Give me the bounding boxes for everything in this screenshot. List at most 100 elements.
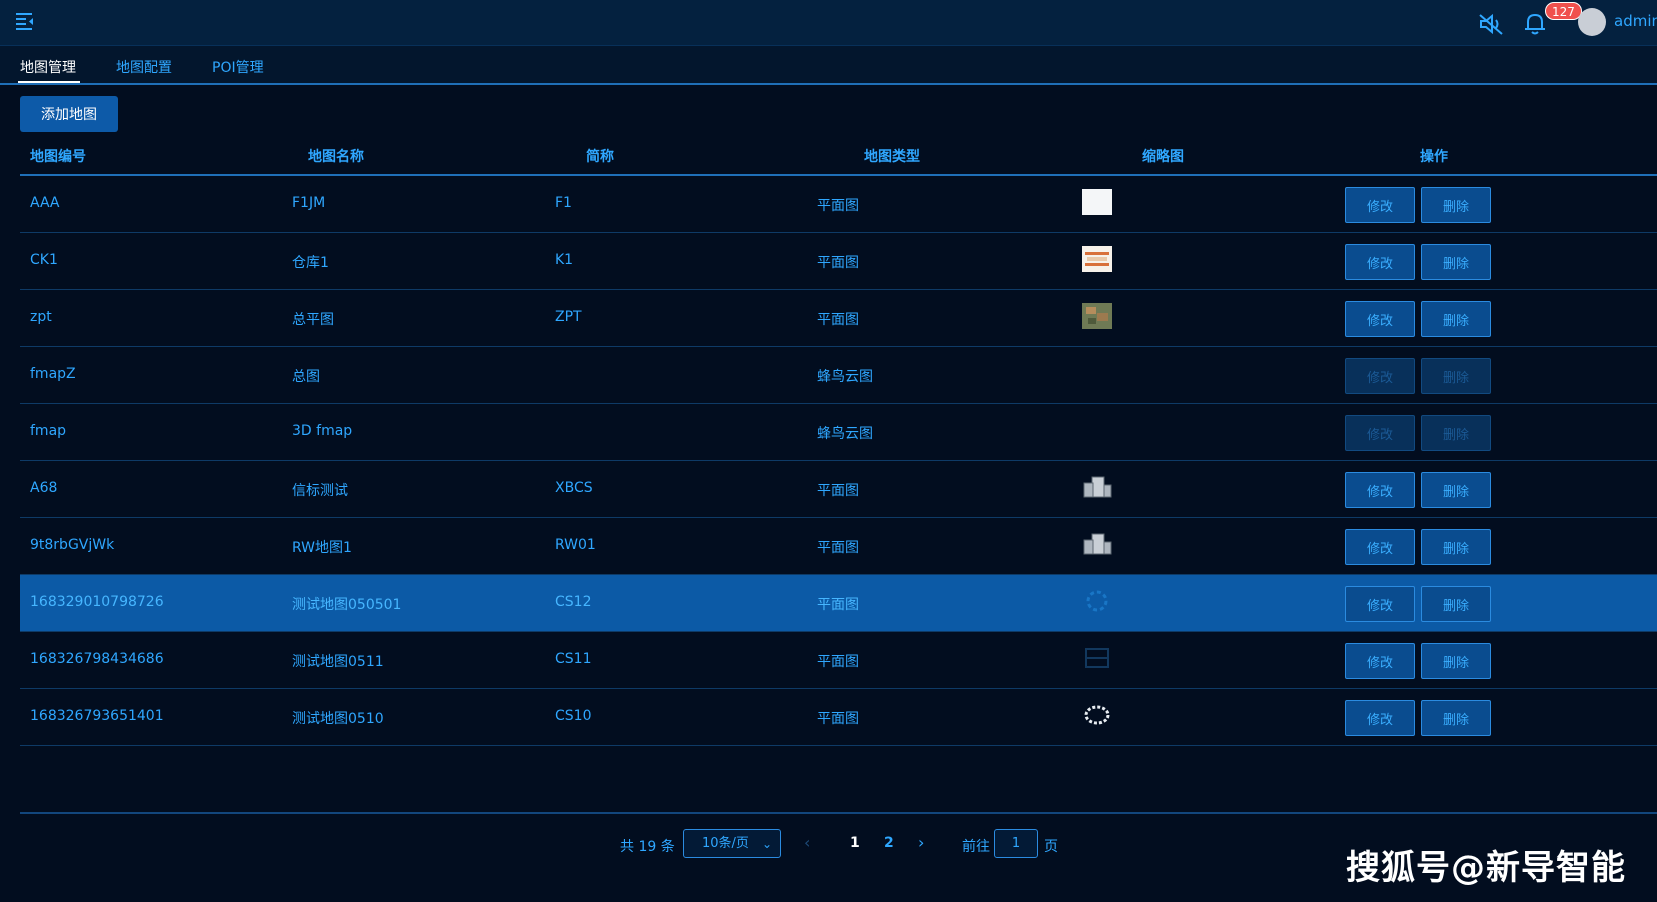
cell-map-short: RW01 [555, 537, 596, 553]
table-row[interactable]: 168326793651401 测试地图0510 CS10 平面图 修改 删除 [20, 689, 1657, 746]
column-header-id: 地图编号 [30, 149, 86, 165]
edit-button[interactable]: 修改 [1345, 529, 1415, 565]
table-header: 地图编号 地图名称 简称 地图类型 缩略图 操作 [20, 136, 1657, 176]
column-header-actions: 操作 [1420, 149, 1448, 165]
cell-map-type: 平面图 [817, 597, 859, 613]
map-thumbnail[interactable] [1082, 588, 1112, 614]
cell-map-short: CS10 [555, 708, 592, 724]
cell-map-id: 168329010798726 [30, 594, 164, 610]
delete-button[interactable]: 删除 [1421, 358, 1491, 394]
cell-map-short: CS11 [555, 651, 592, 667]
cell-map-id: 168326798434686 [30, 651, 164, 667]
bell-icon[interactable] [1522, 10, 1548, 36]
cell-map-id: AAA [30, 195, 60, 211]
table-row[interactable]: A68 信标测试 XBCS 平面图 修改 删除 [20, 461, 1657, 518]
cell-map-type: 平面图 [817, 654, 859, 670]
cell-map-short: ZPT [555, 309, 582, 325]
delete-button[interactable]: 删除 [1421, 643, 1491, 679]
cell-map-short: F1 [555, 195, 572, 211]
map-thumbnail[interactable] [1082, 531, 1112, 557]
cell-map-name: 测试地图050501 [292, 597, 402, 613]
table-row[interactable]: AAA F1JM F1 平面图 修改 删除 [20, 176, 1657, 233]
cell-map-id: 9t8rbGVjWk [30, 537, 115, 553]
page-number-2[interactable]: 2 [884, 835, 894, 851]
page-size-select[interactable]: 10条/页 ⌄ [683, 829, 781, 858]
column-header-type: 地图类型 [864, 149, 920, 165]
cell-map-name: 总图 [292, 369, 320, 385]
cell-map-name: 信标测试 [292, 483, 348, 499]
cell-map-id: CK1 [30, 252, 58, 268]
column-header-thumbnail: 缩略图 [1142, 149, 1184, 165]
column-header-short: 简称 [586, 149, 614, 165]
page-size-value: 10条/页 [702, 836, 749, 851]
avatar[interactable] [1578, 8, 1606, 36]
tab-poi-management[interactable]: POI管理 [212, 57, 264, 77]
delete-button[interactable]: 删除 [1421, 586, 1491, 622]
table-row[interactable]: fmap 3D fmap 蜂鸟云图 修改 删除 [20, 404, 1657, 461]
cell-map-type: 平面图 [817, 312, 859, 328]
delete-button[interactable]: 删除 [1421, 529, 1491, 565]
watermark-text: 搜狐号@新导智能 [1346, 848, 1626, 888]
edit-button[interactable]: 修改 [1345, 301, 1415, 337]
cell-map-name: 测试地图0511 [292, 654, 384, 670]
map-thumbnail[interactable] [1082, 645, 1112, 671]
cell-map-name: 测试地图0510 [292, 711, 384, 727]
table-row[interactable]: 9t8rbGVjWk RW地图1 RW01 平面图 修改 删除 [20, 518, 1657, 575]
edit-button[interactable]: 修改 [1345, 586, 1415, 622]
delete-button[interactable]: 删除 [1421, 700, 1491, 736]
table-body: AAA F1JM F1 平面图 修改 删除 CK1 仓库1 K1 平面图 修改 删除 zpt 总平图 ZPT… [20, 176, 1657, 746]
cell-map-short: XBCS [555, 480, 593, 496]
edit-button[interactable]: 修改 [1345, 415, 1415, 451]
table-row[interactable]: zpt 总平图 ZPT 平面图 修改 删除 [20, 290, 1657, 347]
cell-map-id: zpt [30, 309, 52, 325]
cell-map-id: 168326793651401 [30, 708, 164, 724]
tab-map-management[interactable]: 地图管理 [20, 57, 76, 77]
cell-map-short: K1 [555, 252, 574, 268]
table-row[interactable]: 168329010798726 测试地图050501 CS12 平面图 修改 删除 [20, 575, 1657, 632]
delete-button[interactable]: 删除 [1421, 301, 1491, 337]
map-table: 地图编号 地图名称 简称 地图类型 缩略图 操作 AAA F1JM F1 平面图 修改删… [20, 136, 1657, 746]
cell-map-id: fmap [30, 423, 67, 439]
tab-map-config[interactable]: 地图配置 [116, 57, 172, 77]
add-map-button[interactable]: 添加地图 [20, 96, 118, 132]
map-thumbnail[interactable] [1082, 303, 1112, 329]
cell-map-type: 平面图 [817, 540, 859, 556]
next-page-icon[interactable]: › [918, 833, 924, 852]
map-thumbnail[interactable] [1082, 702, 1112, 728]
goto-page-input[interactable] [994, 829, 1038, 858]
delete-button[interactable]: 删除 [1421, 415, 1491, 451]
page-number-1[interactable]: 1 [850, 835, 860, 851]
page: 127 admin 地图管理 地图配置 POI管理 添加地图 地图编号 地图名称… [0, 0, 1657, 902]
cell-map-type: 平面图 [817, 255, 859, 271]
notification-badge: 127 [1545, 2, 1582, 20]
delete-button[interactable]: 删除 [1421, 244, 1491, 280]
tab-bar: 地图管理 地图配置 POI管理 [0, 46, 1657, 85]
cell-map-type: 蜂鸟云图 [817, 426, 873, 442]
cell-map-name: F1JM [292, 195, 326, 211]
edit-button[interactable]: 修改 [1345, 472, 1415, 508]
map-thumbnail[interactable] [1082, 189, 1112, 215]
map-thumbnail[interactable] [1082, 246, 1112, 272]
table-row[interactable]: CK1 仓库1 K1 平面图 修改 删除 [20, 233, 1657, 290]
pagination-total: 共 19 条 [620, 839, 675, 855]
delete-button[interactable]: 删除 [1421, 187, 1491, 223]
cell-map-name: 总平图 [292, 312, 334, 328]
edit-button[interactable]: 修改 [1345, 187, 1415, 223]
table-row[interactable]: fmapZ 总图 蜂鸟云图 修改 删除 [20, 347, 1657, 404]
mute-icon[interactable] [1478, 12, 1504, 36]
edit-button[interactable]: 修改 [1345, 358, 1415, 394]
cell-map-id: A68 [30, 480, 58, 496]
table-row[interactable]: 168326798434686 测试地图0511 CS11 平面图 修改 删除 [20, 632, 1657, 689]
edit-button[interactable]: 修改 [1345, 244, 1415, 280]
edit-button[interactable]: 修改 [1345, 643, 1415, 679]
cell-map-name: 仓库1 [292, 255, 329, 271]
edit-button[interactable]: 修改 [1345, 700, 1415, 736]
top-bar: 127 admin [0, 0, 1657, 46]
page-suffix-label: 页 [1044, 839, 1058, 855]
menu-fold-icon[interactable] [16, 12, 36, 30]
map-thumbnail[interactable] [1082, 474, 1112, 500]
delete-button[interactable]: 删除 [1421, 472, 1491, 508]
prev-page-icon[interactable]: ‹ [804, 833, 810, 852]
cell-map-type: 平面图 [817, 483, 859, 499]
username[interactable]: admin [1614, 12, 1657, 30]
